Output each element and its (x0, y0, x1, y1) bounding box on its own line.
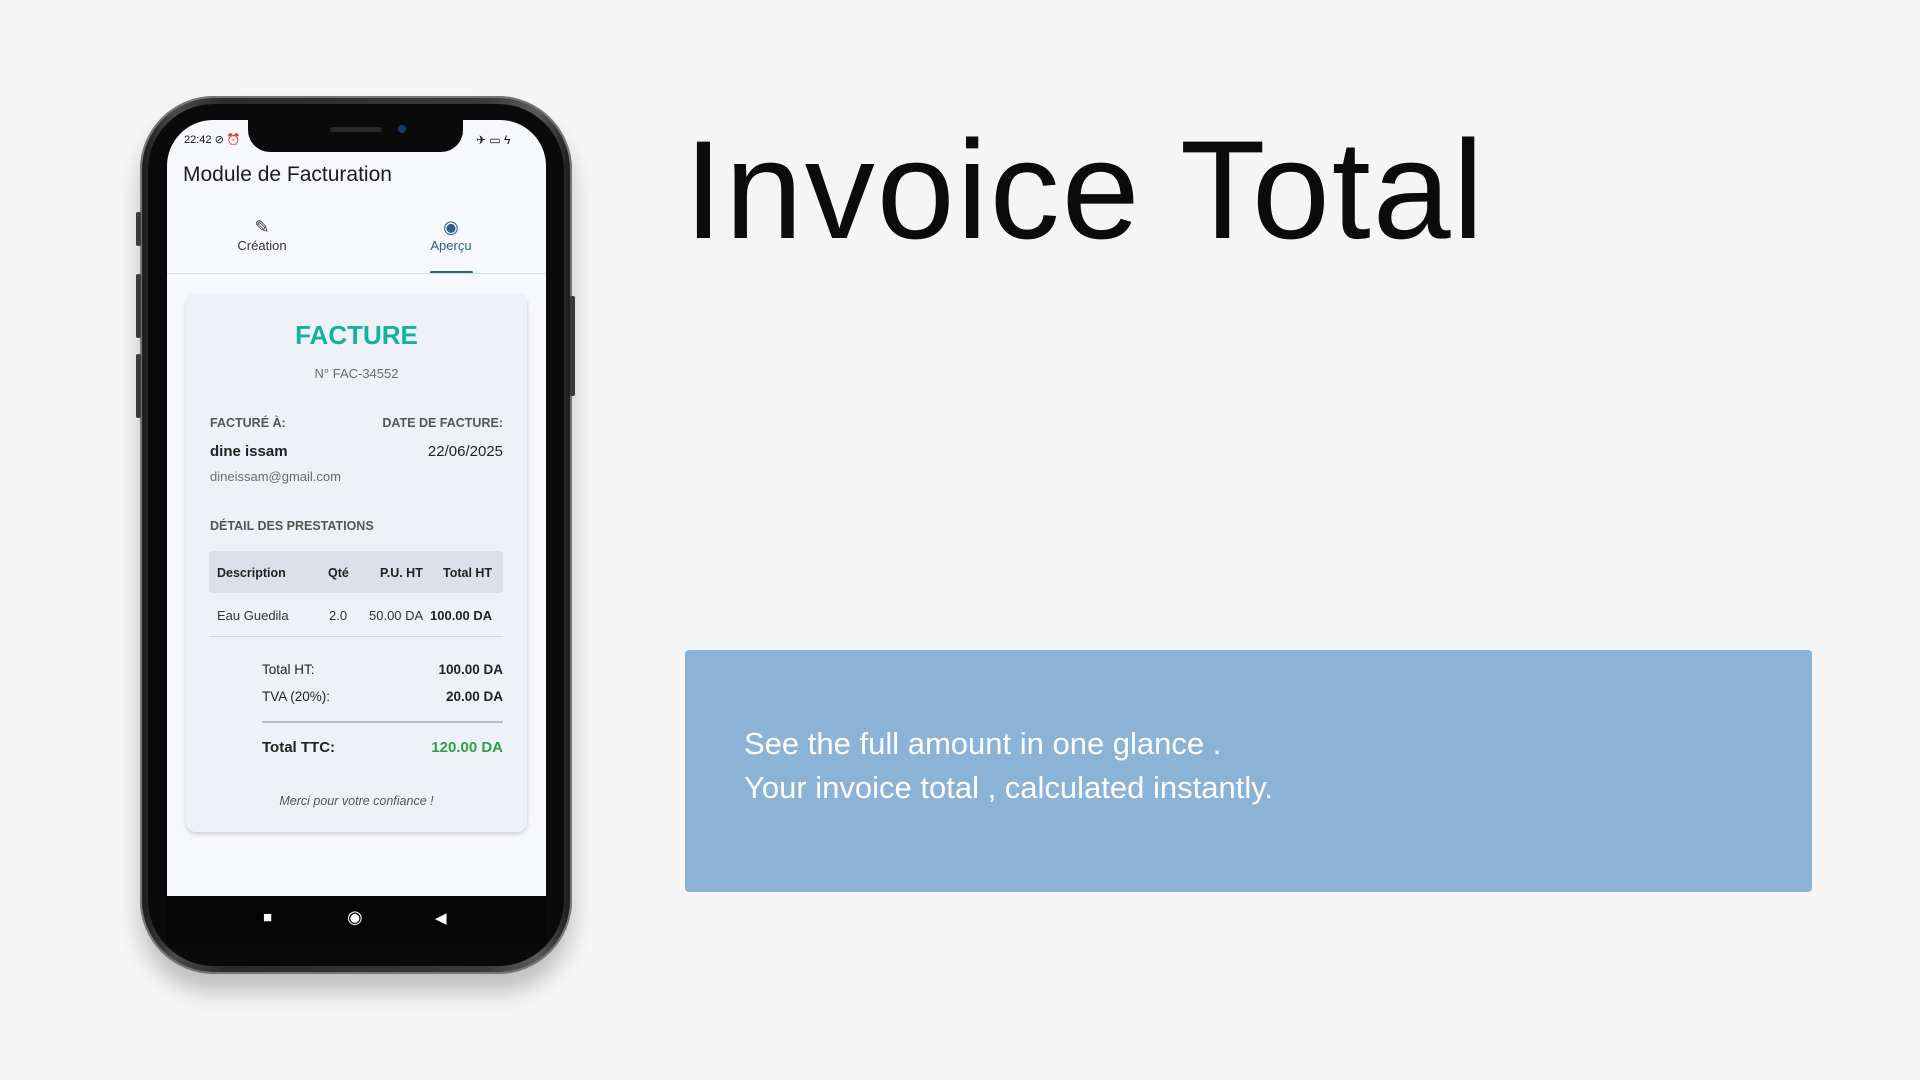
thanks-note: Merci pour votre confiance ! (279, 794, 434, 808)
invoice-number: N° FAC-34552 (314, 366, 399, 381)
status-right-icons: ✈ ▭ ϟ (476, 133, 511, 147)
info-line-1: See the full amount in one glance . (744, 726, 1222, 761)
row-total: 100.00 DA (430, 608, 493, 623)
recent-apps-button[interactable]: ■ (263, 909, 272, 926)
details-label: DÉTAIL DES PRESTATIONS (210, 519, 374, 533)
row-unit-price: 50.00 DA (369, 608, 424, 623)
phone-notch (248, 118, 463, 152)
info-text: See the full amount in one glance . Your… (744, 722, 1273, 810)
info-line-2: Your invoice total , calculated instantl… (744, 770, 1274, 805)
tab-creation-label: Création (237, 238, 287, 253)
invoice-date: 22/06/2025 (427, 443, 503, 460)
total-ht-label: Total HT: (262, 662, 315, 677)
tva-label: TVA (20%): (262, 689, 331, 704)
tab-apercu[interactable]: ◉ Aperçu (386, 216, 516, 253)
column-description: Description (217, 566, 286, 580)
pencil-icon: ✎ (254, 217, 270, 237)
row-description: Eau Guedila (217, 608, 289, 623)
column-qty: Qté (328, 566, 349, 580)
phone-volume-up (136, 274, 141, 338)
column-total: Total HT (443, 566, 493, 580)
tab-apercu-label: Aperçu (430, 238, 472, 253)
column-unit-price: P.U. HT (380, 566, 423, 580)
back-button[interactable]: ◀ (435, 909, 447, 927)
billed-to-label: FACTURÉ À: (210, 416, 286, 430)
totals-divider (262, 721, 503, 723)
tva-value: 20.00 DA (445, 689, 503, 704)
status-time: 22:42 ⊘ ⏰ (184, 134, 241, 146)
phone-speaker (330, 127, 382, 132)
phone-camera (398, 125, 406, 133)
invoice-date-label: DATE DE FACTURE: (382, 416, 503, 430)
page-headline: Invoice Total (684, 111, 1486, 268)
status-left-icons: ⊘ ⏰ (214, 134, 241, 146)
row-qty: 2.0 (329, 608, 348, 623)
total-ht-value: 100.00 DA (438, 662, 503, 677)
tab-creation[interactable]: ✎ Création (197, 216, 327, 253)
phone-volume-down (136, 354, 141, 418)
total-ttc-value: 120.00 DA (431, 739, 503, 756)
client-email: dineissam@gmail.com (210, 469, 341, 484)
eye-icon: ◉ (443, 217, 459, 237)
table-divider (209, 636, 503, 637)
client-name: dine issam (210, 443, 288, 460)
phone-power-button (570, 296, 575, 396)
invoice-title: FACTURE (295, 320, 418, 350)
home-button[interactable]: ◉ (347, 907, 363, 928)
tabs-divider (167, 273, 546, 274)
phone-side-button (136, 212, 141, 246)
app-title: Module de Facturation (183, 163, 392, 186)
total-ttc-label: Total TTC: (262, 739, 336, 756)
